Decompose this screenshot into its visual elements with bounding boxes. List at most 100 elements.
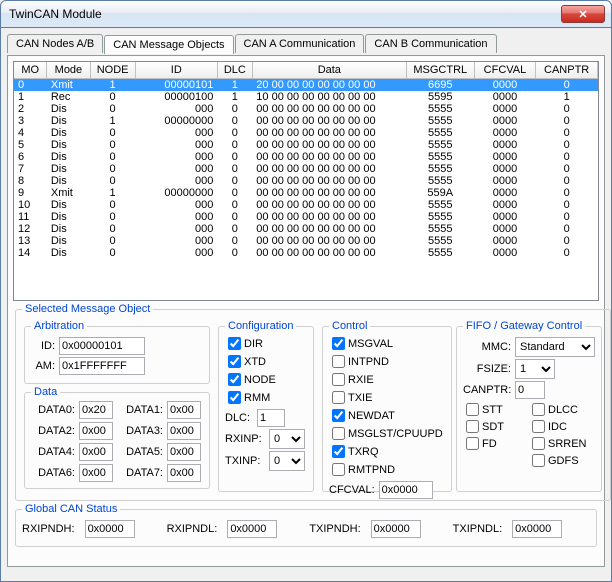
table-cell: 0000 (474, 187, 536, 199)
table-cell: 1 (217, 91, 252, 103)
table-row[interactable]: 2Dis0000000 00 00 00 00 00 00 0055550000… (14, 103, 598, 115)
column-header[interactable]: Data (252, 62, 406, 79)
txipndh-label: TXIPNDH: (309, 523, 360, 535)
table-row[interactable]: 3Dis100000000000 00 00 00 00 00 00 00555… (14, 115, 598, 127)
dlcc-checkbox[interactable]: DLCC (531, 402, 593, 417)
intpnd-checkbox[interactable]: INTPND (331, 354, 389, 369)
column-header[interactable]: DLC (217, 62, 252, 79)
table-cell: 5555 (406, 223, 474, 235)
table-cell: 5555 (406, 163, 474, 175)
tab-can-nodes[interactable]: CAN Nodes A/B (7, 34, 103, 53)
txipndh-input[interactable] (371, 520, 421, 538)
table-cell: 6 (14, 151, 47, 163)
txinp-select[interactable]: 0 (269, 451, 305, 471)
cfcval-input[interactable] (379, 481, 433, 499)
fd-checkbox[interactable]: FD (465, 436, 527, 451)
table-cell: 13 (14, 235, 47, 247)
table-cell: Dis (47, 163, 90, 175)
tab-strip: CAN Nodes A/B CAN Message Objects CAN A … (7, 34, 605, 53)
rmm-checkbox[interactable]: RMM (227, 390, 270, 405)
table-row[interactable]: 9Xmit100000000000 00 00 00 00 00 00 0055… (14, 187, 598, 199)
data-byte-input[interactable] (79, 422, 113, 440)
tab-can-a-comm[interactable]: CAN A Communication (235, 34, 365, 53)
dir-checkbox[interactable]: DIR (227, 336, 263, 351)
table-cell: 0 (536, 151, 598, 163)
table-cell: 0 (217, 127, 252, 139)
data-byte-input[interactable] (79, 401, 113, 419)
table-row[interactable]: 5Dis0000000 00 00 00 00 00 00 0055550000… (14, 139, 598, 151)
table-cell: 0 (217, 103, 252, 115)
table-row[interactable]: 4Dis0000000 00 00 00 00 00 00 0055550000… (14, 127, 598, 139)
column-header[interactable]: MSGCTRL (406, 62, 474, 79)
table-cell: Dis (47, 175, 90, 187)
table-cell: 00000000 (135, 187, 217, 199)
table-cell: 00000101 (135, 79, 217, 92)
data-byte-input[interactable] (79, 464, 113, 482)
mmc-select[interactable]: Standard (515, 337, 595, 357)
rxie-checkbox[interactable]: RXIE (331, 372, 374, 387)
data-byte-input[interactable] (79, 443, 113, 461)
newdat-checkbox[interactable]: NEWDAT (331, 408, 395, 423)
canptr-input[interactable] (515, 381, 545, 399)
column-header[interactable]: Mode (47, 62, 90, 79)
xtd-checkbox[interactable]: XTD (227, 354, 266, 369)
arbitration-id-input[interactable] (59, 337, 145, 355)
rxinp-select[interactable]: 0 (269, 429, 305, 449)
smo-legend: Selected Message Object (22, 303, 153, 315)
table-cell: Dis (47, 151, 90, 163)
sdt-checkbox[interactable]: SDT (465, 419, 527, 434)
table-row[interactable]: 13Dis0000000 00 00 00 00 00 00 005555000… (14, 235, 598, 247)
table-row[interactable]: 12Dis0000000 00 00 00 00 00 00 005555000… (14, 223, 598, 235)
dlc-input[interactable] (257, 409, 285, 427)
table-row[interactable]: 11Dis0000000 00 00 00 00 00 00 005555000… (14, 211, 598, 223)
message-object-grid[interactable]: MOModeNODEIDDLCDataMSGCTRLCFCVALCANPTR 0… (13, 61, 599, 301)
tab-can-message-objects[interactable]: CAN Message Objects (104, 35, 233, 54)
rxipndh-input[interactable] (85, 520, 135, 538)
srren-checkbox[interactable]: SRREN (531, 436, 593, 451)
table-cell: 0 (217, 175, 252, 187)
data-byte-input[interactable] (167, 422, 201, 440)
table-row[interactable]: 7Dis0000000 00 00 00 00 00 00 0055550000… (14, 163, 598, 175)
table-row[interactable]: 1Rec000000100110 00 00 00 00 00 00 00559… (14, 91, 598, 103)
stt-checkbox[interactable]: STT (465, 402, 527, 417)
table-cell: 00 00 00 00 00 00 00 00 (252, 163, 406, 175)
table-row[interactable]: 14Dis0000000 00 00 00 00 00 00 005555000… (14, 247, 598, 259)
table-cell: 11 (14, 211, 47, 223)
table-cell: 0000 (474, 139, 536, 151)
txie-checkbox[interactable]: TXIE (331, 390, 372, 405)
rxipndl-input[interactable] (227, 520, 277, 538)
table-row[interactable]: 6Dis0000000 00 00 00 00 00 00 0055550000… (14, 151, 598, 163)
table-row[interactable]: 10Dis0000000 00 00 00 00 00 00 005555000… (14, 199, 598, 211)
table-cell: 000 (135, 247, 217, 259)
node-checkbox[interactable]: NODE (227, 372, 276, 387)
table-cell: 1 (536, 91, 598, 103)
column-header[interactable]: CANPTR (536, 62, 598, 79)
table-row[interactable]: 8Dis0000000 00 00 00 00 00 00 0055550000… (14, 175, 598, 187)
table-cell: 1 (217, 79, 252, 92)
window-body: CAN Nodes A/B CAN Message Objects CAN A … (0, 28, 612, 582)
gdfs-checkbox[interactable]: GDFS (531, 453, 593, 468)
msglst-checkbox[interactable]: MSGLST/CPUUPD (331, 426, 443, 441)
table-cell: 2 (14, 103, 47, 115)
table-cell: 8 (14, 175, 47, 187)
column-header[interactable]: MO (14, 62, 47, 79)
data-byte-input[interactable] (167, 464, 201, 482)
txipndl-input[interactable] (512, 520, 562, 538)
data-byte-input[interactable] (167, 443, 201, 461)
table-cell: 0 (217, 187, 252, 199)
msgval-checkbox[interactable]: MSGVAL (331, 336, 393, 351)
table-cell: 0000 (474, 235, 536, 247)
tab-can-b-comm[interactable]: CAN B Communication (365, 34, 496, 53)
idc-checkbox[interactable]: IDC (531, 419, 593, 434)
column-header[interactable]: NODE (90, 62, 135, 79)
close-button[interactable]: ✕ (561, 5, 605, 23)
column-header[interactable]: ID (135, 62, 217, 79)
data-byte-input[interactable] (167, 401, 201, 419)
table-row[interactable]: 0Xmit100000101120 00 00 00 00 00 00 0066… (14, 79, 598, 92)
arbitration-am-input[interactable] (59, 357, 145, 375)
rmtpnd-checkbox[interactable]: RMTPND (331, 462, 395, 477)
fsize-select[interactable]: 1 (515, 359, 555, 379)
column-header[interactable]: CFCVAL (474, 62, 536, 79)
txrq-checkbox[interactable]: TXRQ (331, 444, 379, 459)
table-cell: 0000 (474, 91, 536, 103)
